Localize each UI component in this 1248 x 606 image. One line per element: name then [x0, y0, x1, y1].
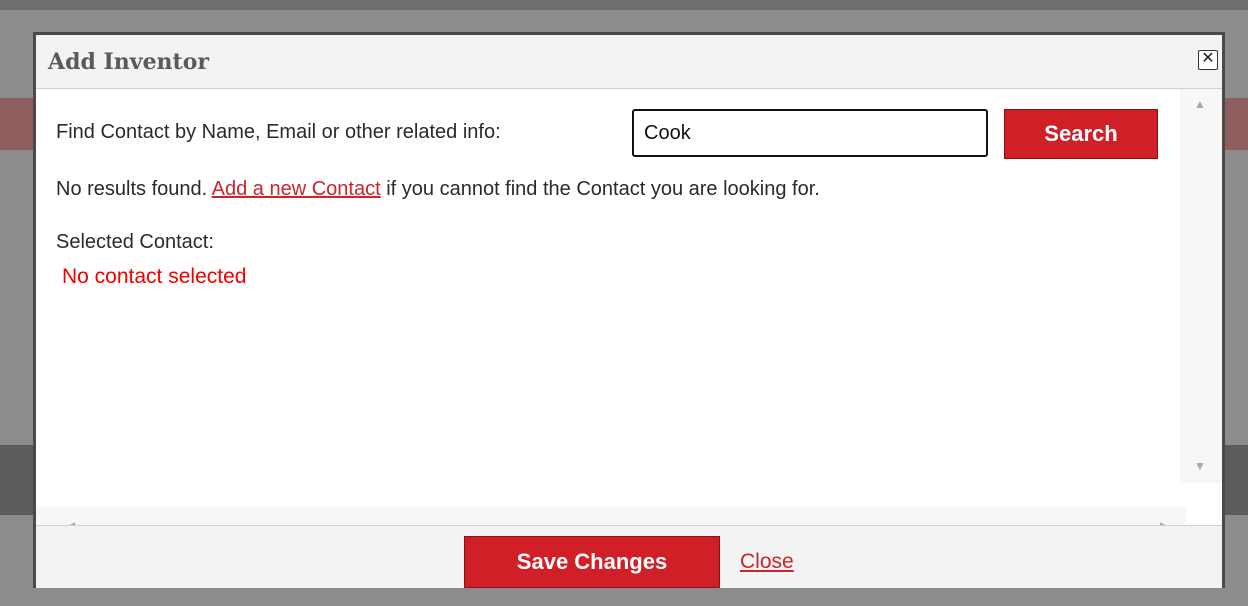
dialog-title: Add Inventor	[48, 49, 209, 75]
no-results-message: No results found. Add a new Contact if y…	[56, 178, 820, 201]
search-button[interactable]: Search	[1004, 109, 1158, 159]
no-results-text: No results found.	[56, 178, 208, 200]
scroll-up-icon[interactable]: ▲	[1194, 97, 1206, 111]
dialog-body: Find Contact by Name, Email or other rel…	[36, 89, 1222, 545]
selected-contact-value: No contact selected	[62, 265, 247, 288]
dialog-footer: Save Changes Close	[36, 525, 1222, 588]
background-top-bar	[0, 0, 1248, 10]
scroll-down-icon[interactable]: ▼	[1194, 459, 1206, 473]
close-link[interactable]: Close	[740, 550, 794, 574]
vertical-scrollbar[interactable]: ▲ ▼	[1180, 89, 1222, 483]
save-changes-button[interactable]: Save Changes	[464, 536, 720, 588]
selected-contact-label: Selected Contact:	[56, 231, 214, 253]
close-icon[interactable]: ✕	[1198, 50, 1218, 70]
no-results-suffix-text: if you cannot find the Contact you are l…	[386, 178, 820, 200]
find-contact-label: Find Contact by Name, Email or other rel…	[56, 121, 501, 143]
dialog-titlebar: Add Inventor ✕	[36, 35, 1222, 89]
add-inventor-dialog: Add Inventor ✕ Find Contact by Name, Ema…	[33, 32, 1225, 588]
contact-search-input[interactable]	[632, 109, 988, 157]
add-new-contact-link[interactable]: Add a new Contact	[212, 178, 381, 200]
